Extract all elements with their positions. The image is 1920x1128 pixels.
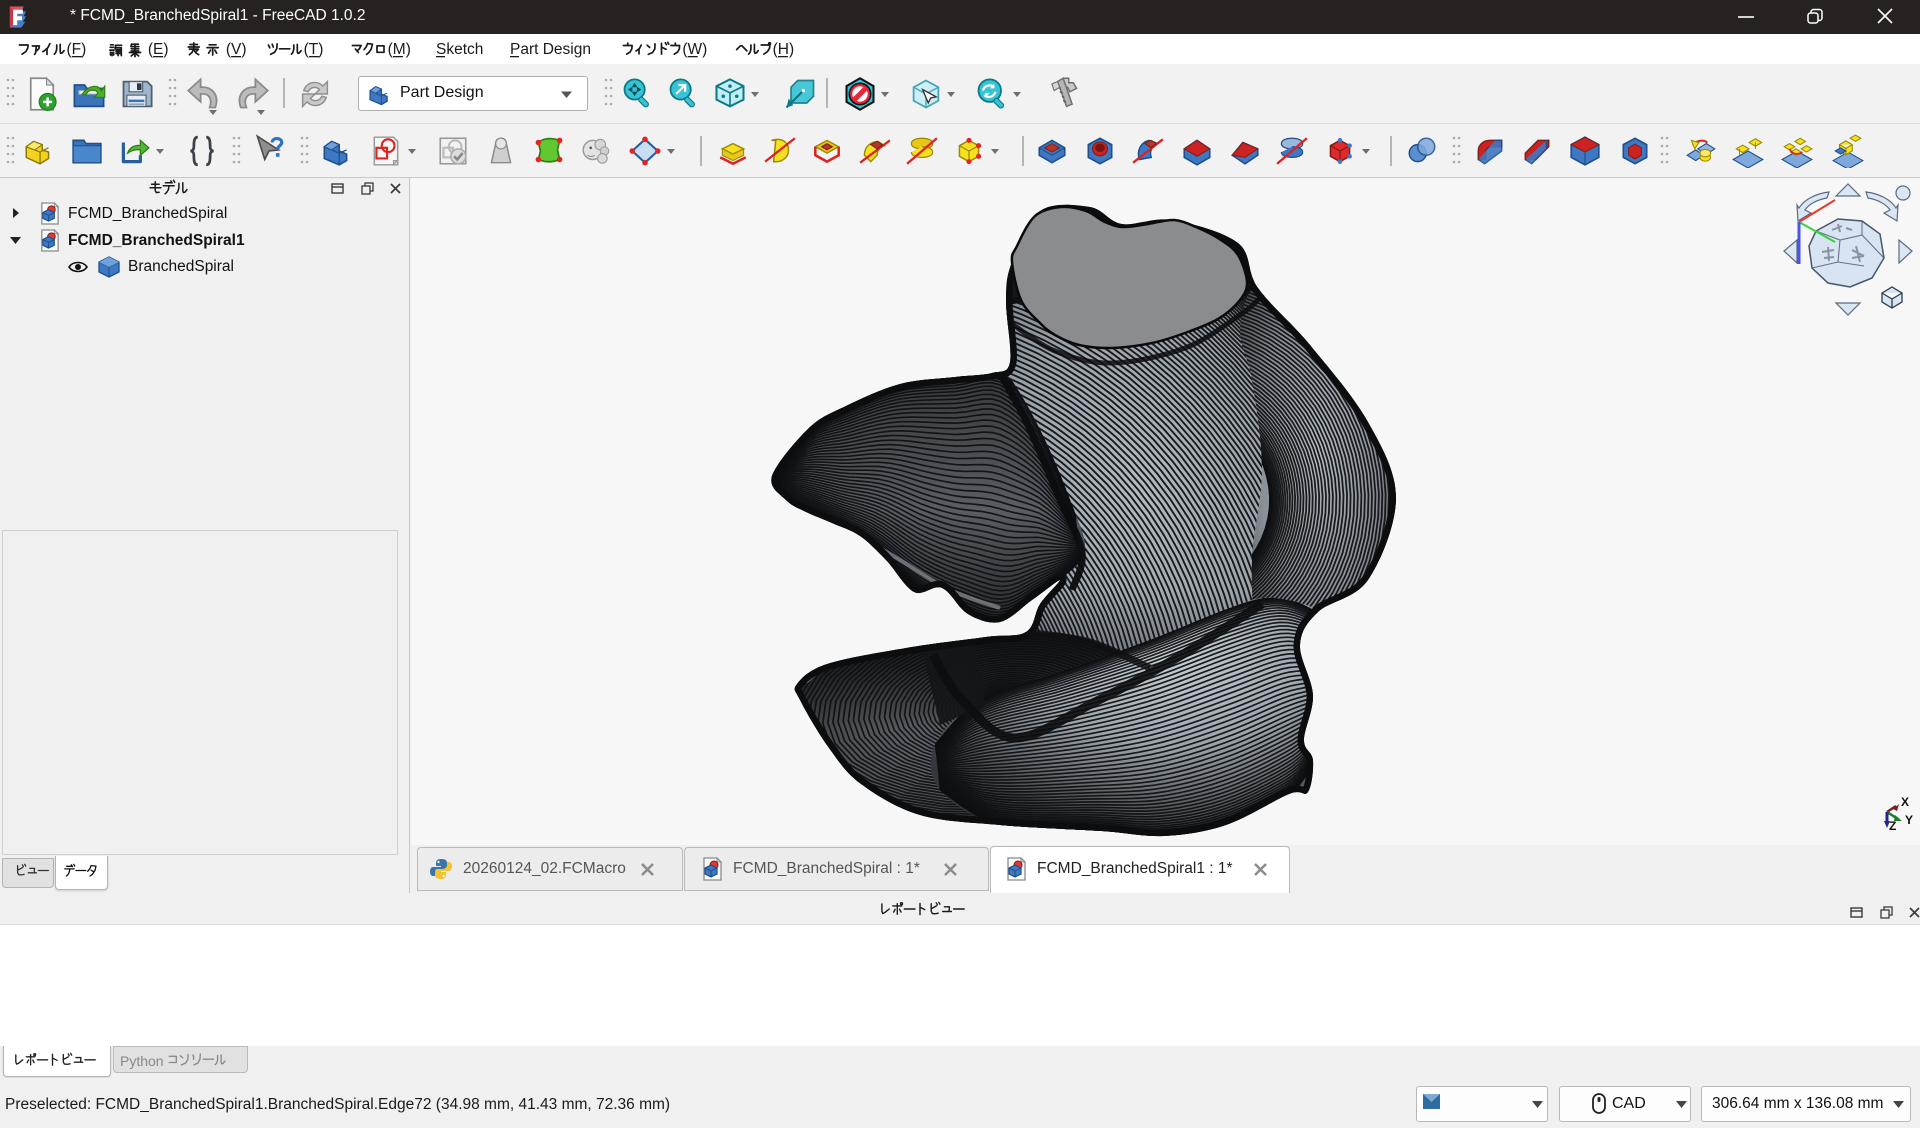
svg-text:Z: Z xyxy=(1889,819,1896,833)
svg-text:Python: Python xyxy=(120,1053,164,1069)
svg-text:Y: Y xyxy=(1905,813,1913,827)
svg-text:X: X xyxy=(1901,795,1909,809)
